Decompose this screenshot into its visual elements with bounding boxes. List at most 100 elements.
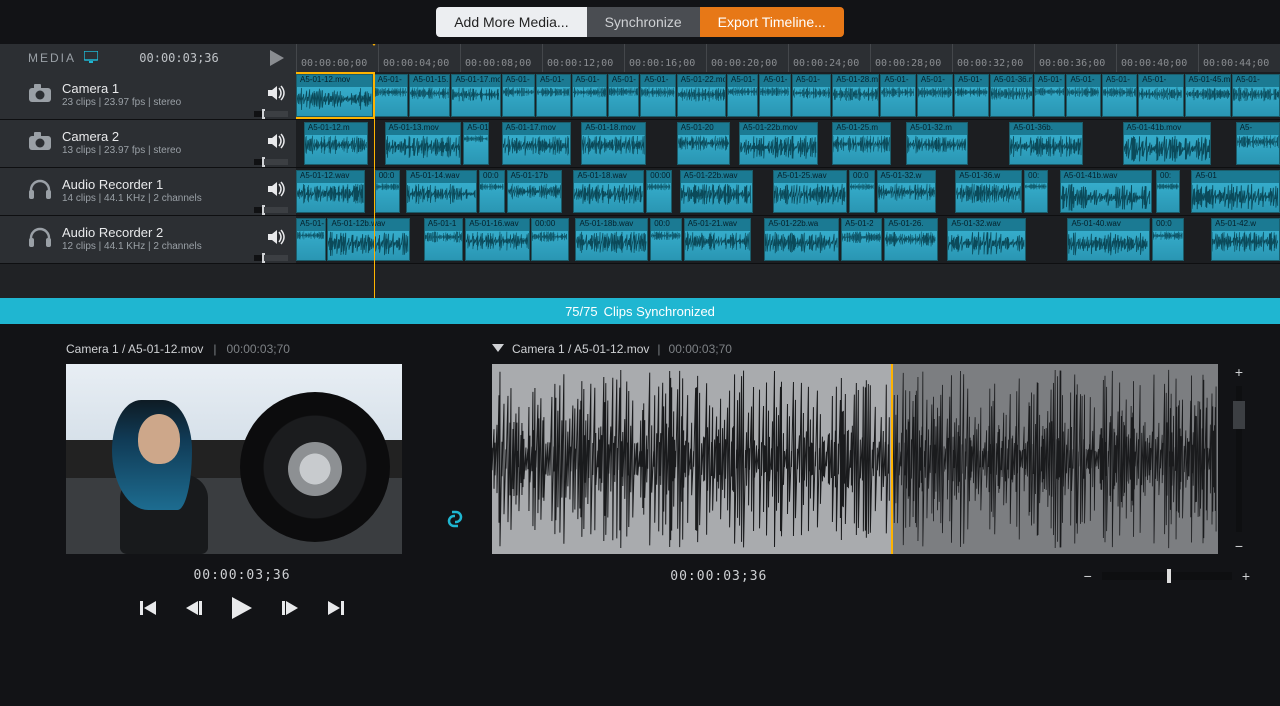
clip[interactable]: A5-01-45.m xyxy=(1185,74,1231,117)
clip[interactable]: A5-01-22b.wav xyxy=(680,170,753,213)
clip[interactable]: A5-01- xyxy=(727,74,758,117)
clip[interactable]: A5-01-28.mov xyxy=(832,74,879,117)
clip[interactable]: A5-01- xyxy=(1034,74,1065,117)
track-header[interactable]: Camera 123 clips | 23.97 fps | stereo xyxy=(0,72,296,119)
clip[interactable]: A5-01-22b.wa xyxy=(764,218,839,261)
clip[interactable]: A5-01-21.wav xyxy=(684,218,751,261)
clip[interactable]: A5-01-12.wav xyxy=(296,170,365,213)
step-back-button[interactable] xyxy=(186,597,202,622)
clip[interactable]: A5-01-36b. xyxy=(1009,122,1083,165)
clip[interactable]: 00:00 xyxy=(531,218,568,261)
track-lane[interactable]: A5-01-12.wav00:0A5-01-14.wav00:0A5-01-17… xyxy=(296,168,1280,215)
vertical-zoom-slider[interactable]: + − xyxy=(1228,364,1250,554)
add-media-button[interactable]: Add More Media... xyxy=(436,7,586,37)
header-play-button[interactable] xyxy=(270,50,284,66)
clip[interactable]: A5-01- xyxy=(296,218,326,261)
clip[interactable]: A5-01- xyxy=(374,74,408,117)
clip[interactable]: A5-01-14.wav xyxy=(406,170,477,213)
clip[interactable]: A5-01- xyxy=(759,74,790,117)
clip[interactable]: A5-01-13.mov xyxy=(385,122,462,165)
track-header[interactable]: Camera 213 clips | 23.97 fps | stereo xyxy=(0,120,296,167)
clip[interactable]: A5-01-25.wav xyxy=(773,170,847,213)
track-lane[interactable]: A5-01-12.mA5-01-13.movA5-01A5-01-17.movA… xyxy=(296,120,1280,167)
clip[interactable]: A5-01-18b.wav xyxy=(575,218,648,261)
clip[interactable]: A5-01-15. xyxy=(409,74,450,117)
clip[interactable]: A5-01-32.w xyxy=(877,170,936,213)
play-button[interactable] xyxy=(232,597,252,622)
clip[interactable]: A5-01-36.m xyxy=(990,74,1033,117)
clip[interactable]: A5-01-41b.mov xyxy=(1123,122,1212,165)
hzoom-out-icon[interactable]: − xyxy=(1084,568,1092,584)
clip[interactable]: A5- xyxy=(1236,122,1280,165)
clip[interactable]: A5-01-40.wav xyxy=(1067,218,1150,261)
clip[interactable]: A5-01-17.mov xyxy=(451,74,500,117)
waveform-cursor[interactable] xyxy=(891,364,893,554)
clip[interactable]: A5-01- xyxy=(1138,74,1183,117)
volume-slider[interactable] xyxy=(254,159,288,165)
clip[interactable]: A5-01-12b.wav xyxy=(327,218,410,261)
chevron-down-icon[interactable] xyxy=(492,342,504,356)
go-to-end-button[interactable] xyxy=(328,597,344,622)
clip[interactable]: A5-01-26. xyxy=(884,218,937,261)
clip[interactable]: A5-01-1 xyxy=(424,218,463,261)
clip[interactable]: A5-01- xyxy=(608,74,639,117)
clip[interactable]: A5-01- xyxy=(880,74,915,117)
clip[interactable]: A5-01- xyxy=(1102,74,1137,117)
monitor-icon[interactable] xyxy=(84,51,98,66)
link-icon[interactable] xyxy=(444,508,466,535)
clip[interactable]: A5-01-42.w xyxy=(1211,218,1280,261)
clip[interactable]: 00:0 xyxy=(479,170,505,213)
clip[interactable]: A5-01-32.wav xyxy=(947,218,1026,261)
clip[interactable]: A5-01-32.m xyxy=(906,122,968,165)
go-to-start-button[interactable] xyxy=(140,597,156,622)
clip[interactable]: A5-01-36.w xyxy=(955,170,1022,213)
export-timeline-button[interactable]: Export Timeline... xyxy=(700,7,844,37)
clip[interactable]: A5-01- xyxy=(1232,74,1280,117)
timeline-ruler[interactable]: 00:00:00;0000:00:04;0000:00:08;0000:00:1… xyxy=(296,44,1280,72)
hzoom-in-icon[interactable]: + xyxy=(1242,568,1250,584)
clip[interactable]: 00:0 xyxy=(650,218,681,261)
zoom-out-icon[interactable]: − xyxy=(1235,538,1243,554)
clip[interactable]: 00:0 xyxy=(849,170,875,213)
track-lane[interactable]: A5-01-12.movA5-01-A5-01-15.A5-01-17.movA… xyxy=(296,72,1280,119)
clip[interactable]: 00:0 xyxy=(375,170,401,213)
clip[interactable]: A5-01- xyxy=(502,74,535,117)
clip[interactable]: A5-01-12.m xyxy=(304,122,368,165)
clip[interactable]: A5-01-17b xyxy=(507,170,562,213)
clip[interactable]: 00:0 xyxy=(1152,218,1183,261)
horizontal-zoom-slider[interactable]: − + xyxy=(1084,568,1250,584)
clip[interactable]: A5-01-12.mov xyxy=(296,74,373,117)
clip[interactable]: A5-01- xyxy=(1066,74,1100,117)
clip[interactable]: A5-01-20 xyxy=(677,122,730,165)
track-lane[interactable]: A5-01-A5-01-12b.wavA5-01-1A5-01-16.wav00… xyxy=(296,216,1280,263)
clip[interactable]: A5-01- xyxy=(572,74,607,117)
clip[interactable]: A5-01-16.wav xyxy=(465,218,530,261)
track-header[interactable]: Audio Recorder 114 clips | 44.1 KHz | 2 … xyxy=(0,168,296,215)
volume-slider[interactable] xyxy=(254,255,288,261)
zoom-in-icon[interactable]: + xyxy=(1235,364,1243,380)
clip[interactable]: A5-01- xyxy=(792,74,831,117)
clip[interactable]: A5-01- xyxy=(536,74,570,117)
step-forward-button[interactable] xyxy=(282,597,298,622)
waveform-canvas[interactable] xyxy=(492,364,1218,554)
clip[interactable]: A5-01 xyxy=(1191,170,1280,213)
synchronize-button[interactable]: Synchronize xyxy=(587,7,700,37)
speaker-icon[interactable] xyxy=(268,229,286,250)
clip[interactable]: A5-01-2 xyxy=(841,218,882,261)
volume-slider[interactable] xyxy=(254,111,288,117)
clip[interactable]: A5-01-41b.wav xyxy=(1060,170,1152,213)
clip[interactable]: 00: xyxy=(1024,170,1048,213)
clip[interactable]: A5-01- xyxy=(917,74,953,117)
clip[interactable]: A5-01-18.mov xyxy=(581,122,646,165)
speaker-icon[interactable] xyxy=(268,181,286,202)
preview-frame[interactable] xyxy=(66,364,402,554)
clip[interactable]: A5-01-17.mov xyxy=(502,122,571,165)
clip[interactable]: 00:00 xyxy=(646,170,672,213)
clip[interactable]: A5-01- xyxy=(954,74,988,117)
speaker-icon[interactable] xyxy=(268,133,286,154)
clip[interactable]: A5-01-22.mov xyxy=(677,74,726,117)
track-header[interactable]: Audio Recorder 212 clips | 44.1 KHz | 2 … xyxy=(0,216,296,263)
speaker-icon[interactable] xyxy=(268,85,286,106)
clip[interactable]: A5-01 xyxy=(463,122,489,165)
clip[interactable]: 00: xyxy=(1156,170,1180,213)
